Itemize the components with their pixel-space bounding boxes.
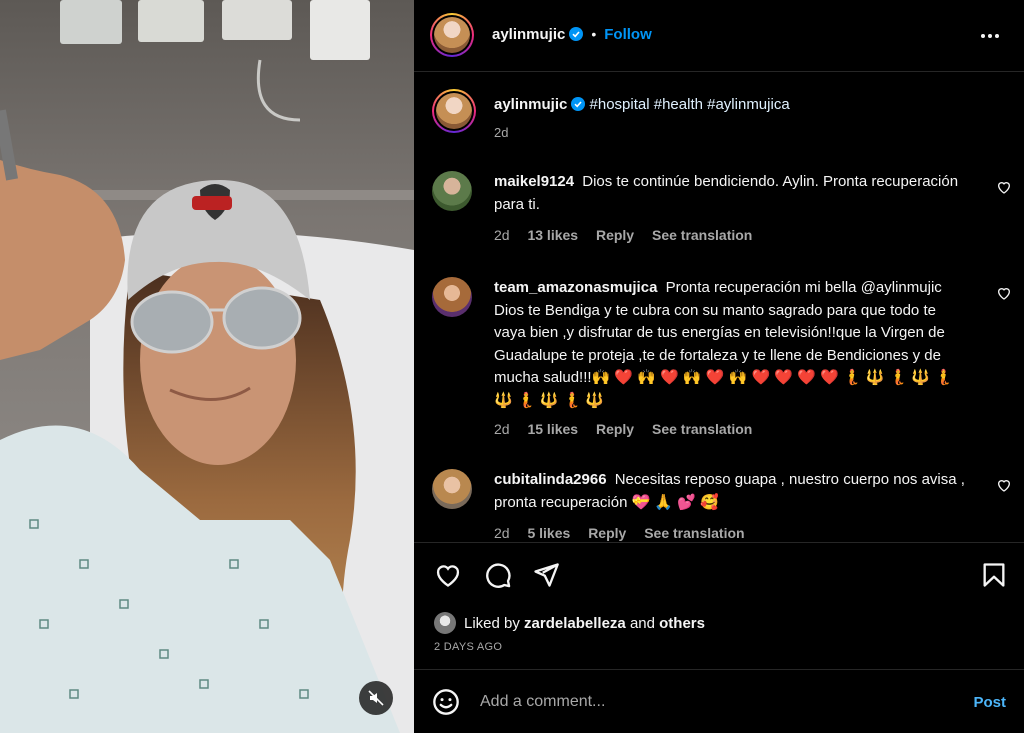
- commenter-username[interactable]: maikel9124: [494, 173, 574, 190]
- separator-dot: •: [591, 26, 597, 42]
- post-button[interactable]: Post: [973, 694, 1006, 711]
- emoji-icon[interactable]: [432, 688, 460, 716]
- comments-scroll-area[interactable]: aylinmujic #hospital #health #aylinmujic…: [414, 73, 1024, 542]
- comment-time[interactable]: 2d: [494, 227, 510, 243]
- speaker-muted-icon: [368, 690, 384, 706]
- see-translation-link[interactable]: See translation: [652, 421, 752, 437]
- commenter-username[interactable]: cubitalinda2966: [494, 471, 607, 488]
- comment-text: Pronta recuperación mi bella @aylinmujic…: [494, 279, 953, 409]
- commenter-avatar[interactable]: [432, 277, 472, 317]
- comment-likes[interactable]: 13 likes: [527, 227, 578, 243]
- comment-likes[interactable]: 5 likes: [527, 525, 570, 541]
- comment-like-heart-icon[interactable]: [996, 477, 1012, 493]
- add-comment-bar: Post: [414, 669, 1024, 733]
- heart-icon[interactable]: [434, 561, 462, 589]
- liked-by-conj: and: [629, 615, 655, 632]
- comment-like-heart-icon[interactable]: [996, 179, 1012, 195]
- caption-avatar[interactable]: [432, 89, 476, 133]
- author-username[interactable]: aylinmujic: [492, 26, 565, 43]
- commenter-username[interactable]: team_amazonasmujica: [494, 279, 657, 296]
- follow-button[interactable]: Follow: [604, 26, 652, 43]
- commenter-avatar[interactable]: [432, 171, 472, 211]
- post-actions-bar: [414, 542, 1024, 608]
- comment-input[interactable]: [480, 690, 940, 714]
- reply-button[interactable]: Reply: [596, 227, 634, 243]
- comment-time[interactable]: 2d: [494, 525, 510, 541]
- more-options-icon[interactable]: [978, 24, 1002, 48]
- liker-avatar[interactable]: [434, 612, 456, 634]
- post-date[interactable]: 2 DAYS AGO: [434, 641, 502, 653]
- see-translation-link[interactable]: See translation: [652, 227, 752, 243]
- paper-plane-icon[interactable]: [532, 561, 560, 589]
- liked-by-others-link[interactable]: others: [659, 615, 705, 632]
- post-details-panel: aylinmujic • Follow aylinmujic #hospital …: [414, 0, 1024, 733]
- reply-button[interactable]: Reply: [596, 421, 634, 437]
- see-translation-link[interactable]: See translation: [644, 525, 744, 541]
- author-avatar[interactable]: [430, 13, 474, 57]
- caption-time[interactable]: 2d: [494, 125, 508, 140]
- comment-likes[interactable]: 15 likes: [527, 421, 578, 437]
- verified-badge-icon: [571, 97, 586, 111]
- caption-text[interactable]: #hospital #health #aylinmujica: [590, 96, 790, 113]
- post-header: aylinmujic • Follow: [414, 0, 1024, 72]
- verified-badge-icon: [569, 27, 584, 41]
- commenter-avatar[interactable]: [432, 469, 472, 509]
- comment-time[interactable]: 2d: [494, 421, 510, 437]
- post-media[interactable]: [0, 0, 414, 733]
- liked-by-prefix: Liked by: [464, 615, 520, 632]
- bookmark-icon[interactable]: [980, 561, 1008, 589]
- liked-by-user[interactable]: zardelabelleza: [524, 615, 626, 632]
- mute-toggle-button[interactable]: [359, 681, 393, 715]
- liked-by-summary: Liked by zardelabelleza and others: [434, 612, 705, 634]
- comment-like-heart-icon[interactable]: [996, 285, 1012, 301]
- reply-button[interactable]: Reply: [588, 525, 626, 541]
- comment-icon[interactable]: [484, 561, 512, 589]
- caption-username[interactable]: aylinmujic: [494, 96, 567, 113]
- post-photo: [0, 0, 414, 733]
